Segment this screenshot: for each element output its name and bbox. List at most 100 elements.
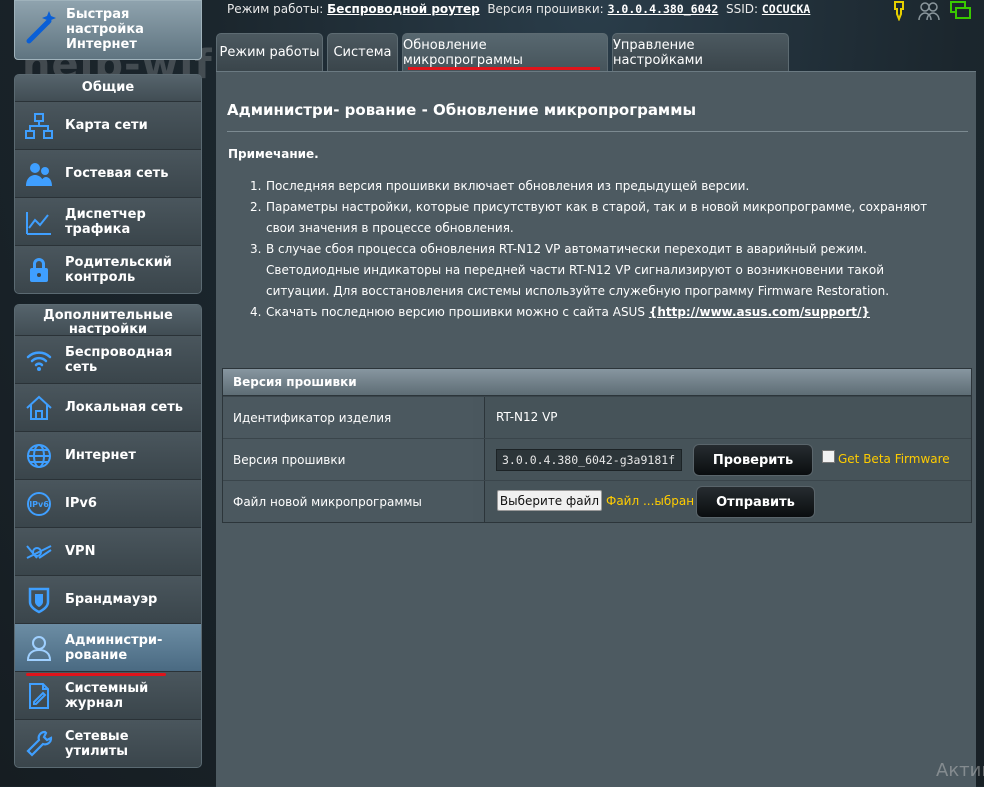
product-id-label: Идентификатор изделия (223, 397, 473, 438)
sidebar-item-label: VPN (65, 544, 96, 559)
sidebar-item-label: Сетевые утилиты (65, 728, 129, 759)
choose-file-button[interactable]: Выберите файл (497, 490, 602, 511)
general-group-title: Общие (15, 75, 201, 101)
general-group: Общие Карта сети Гостевая сеть Диспетчер… (14, 74, 202, 294)
sidebar-item-wireless[interactable]: Беспроводная сеть (15, 335, 201, 383)
note-text: В случае сбоя процесса обновления RT-N12… (266, 242, 890, 298)
list-item: 3. В случае сбоя процесса обновления RT-N… (250, 239, 950, 302)
parental-control-icon (25, 256, 53, 284)
network-map-icon (25, 112, 53, 140)
firmware-label: Версия прошивки: (487, 2, 604, 16)
note-label: Примечание. (228, 147, 319, 161)
sidebar-item-label: Гостевая сеть (65, 166, 169, 181)
firmware-version-field[interactable]: 3.0.0.4.380_6042-g3a9181f (496, 449, 682, 471)
sidebar-item-label: Администри- рование (65, 632, 163, 663)
system-log-icon (25, 682, 53, 710)
page-title: Администри- рование - Обновление микропр… (227, 101, 697, 119)
globe-icon (25, 442, 53, 470)
quick-setup-label: Быстрая настройка Интернет (66, 7, 144, 52)
list-item: 4. Скачать последнюю версию прошивки можн… (250, 302, 950, 323)
note-number: 1. (250, 179, 262, 193)
sidebar-item-label: Системный журнал (65, 680, 149, 711)
sidebar-item-traffic-manager[interactable]: Диспетчер трафика (15, 197, 201, 245)
vpn-icon (25, 538, 53, 566)
tab-firmware-upgrade[interactable]: Обновление микропрограммы (402, 33, 608, 71)
sidebar-item-system-log[interactable]: Системный журнал (15, 671, 201, 719)
check-button[interactable]: Проверить (693, 444, 813, 476)
sidebar-item-label: IPv6 (65, 496, 97, 511)
sidebar-item-parental-control[interactable]: Родительский контроль (15, 245, 201, 293)
ssid-value-link[interactable]: COCUCKA (762, 2, 810, 16)
table-row: Версия прошивки 3.0.0.4.380_6042-g3a9181… (223, 438, 971, 480)
product-id-cell: RT-N12 VP (484, 397, 971, 438)
note-number: 3. (250, 242, 262, 256)
upload-button[interactable]: Отправить (696, 486, 815, 518)
guest-network-icon (25, 160, 53, 188)
advanced-group-title: Дополнительные настройки (15, 305, 201, 337)
sidebar-item-internet[interactable]: Интернет (15, 431, 201, 479)
beta-firmware-checkbox[interactable] (822, 450, 835, 463)
list-item: 1. Последняя версия прошивки включает обн… (250, 176, 950, 197)
list-item: 2. Параметры настройки, которые присутств… (250, 197, 950, 239)
tab-settings-management[interactable]: Управление настройками (612, 33, 789, 71)
firmware-value-link[interactable]: 3.0.0.4.380_6042 (608, 2, 719, 16)
os-activation-watermark: Актив (936, 760, 984, 781)
clients-icon[interactable] (918, 1, 940, 25)
new-firmware-label: Файл новой микропрограммы (223, 481, 473, 522)
sidebar-item-label: Родительский контроль (65, 254, 172, 285)
sidebar-item-vpn[interactable]: VPN (15, 527, 201, 575)
status-icons (888, 0, 978, 22)
admin-icon (25, 634, 53, 662)
sidebar-item-network-map[interactable]: Карта сети (15, 101, 201, 149)
mode-value-link[interactable]: Беспроводной роутер (327, 2, 480, 16)
sidebar-item-label: Брандмауэр (65, 592, 158, 607)
lan-icon (25, 394, 53, 422)
file-status: Файл ...ыбран (606, 494, 695, 508)
title-divider (227, 131, 968, 132)
magic-wand-icon (23, 9, 59, 49)
firmware-table-header: Версия прошивки (223, 369, 971, 396)
sidebar-item-network-tools[interactable]: Сетевые утилиты (15, 719, 201, 767)
sidebar-item-label: Интернет (65, 448, 136, 463)
internet-status-icon[interactable] (950, 1, 972, 25)
ssid-label: SSID: (725, 2, 759, 16)
note-number: 2. (250, 200, 262, 214)
sidebar-item-label: Локальная сеть (65, 400, 183, 415)
advanced-group: Дополнительные настройки Беспроводная се… (14, 304, 202, 768)
status-bar: Режим работы: Беспроводной роутер Версия… (227, 0, 887, 20)
mode-label: Режим работы: (227, 2, 324, 16)
main-panel: Администри- рование - Обновление микропр… (216, 71, 976, 787)
sidebar-item-ipv6[interactable]: IPv6 IPv6 (15, 479, 201, 527)
usb-icon[interactable] (892, 1, 906, 25)
firmware-version-cell: 3.0.0.4.380_6042-g3a9181f Проверить Get … (484, 439, 971, 480)
notes-list: 1. Последняя версия прошивки включает обн… (250, 176, 950, 323)
sidebar-item-lan[interactable]: Локальная сеть (15, 383, 201, 431)
product-id-value: RT-N12 VP (496, 410, 558, 424)
traffic-manager-icon (25, 208, 53, 236)
table-row: Файл новой микропрограммы Выберите файл … (223, 480, 971, 522)
wireless-icon (25, 346, 53, 374)
wrench-icon (25, 730, 53, 758)
ipv6-icon: IPv6 (25, 490, 53, 518)
note-text: Последняя версия прошивки включает обнов… (266, 179, 750, 193)
firmware-version-label: Версия прошивки (223, 439, 473, 480)
sidebar-item-label: Карта сети (65, 118, 148, 133)
sidebar-item-administration[interactable]: Администри- рование (15, 623, 201, 671)
note-number: 4. (250, 305, 262, 319)
sidebar-item-firewall[interactable]: Брандмауэр (15, 575, 201, 623)
new-firmware-cell: Выберите файл Файл ...ыбран Отправить (484, 481, 971, 522)
note-text: Параметры настройки, которые присутствую… (266, 200, 928, 235)
beta-firmware-label[interactable]: Get Beta Firmware (838, 452, 950, 466)
asus-support-link[interactable]: {http://www.asus.com/support/} (649, 305, 870, 319)
note-text: Скачать последнюю версию прошивки можно … (266, 305, 649, 319)
sidebar-item-guest-network[interactable]: Гостевая сеть (15, 149, 201, 197)
sidebar-item-label: Беспроводная сеть (65, 344, 173, 375)
firmware-table: Версия прошивки Идентификатор изделия RT… (222, 368, 972, 523)
tab-system[interactable]: Система (327, 33, 398, 71)
tab-operation-mode[interactable]: Режим работы (216, 33, 323, 71)
active-item-underline (26, 673, 166, 676)
table-row: Идентификатор изделия RT-N12 VP (223, 396, 971, 438)
active-tab-underline (408, 67, 600, 70)
quick-internet-setup-button[interactable]: Быстрая настройка Интернет (14, 0, 202, 60)
svg-text:IPv6: IPv6 (29, 500, 49, 509)
